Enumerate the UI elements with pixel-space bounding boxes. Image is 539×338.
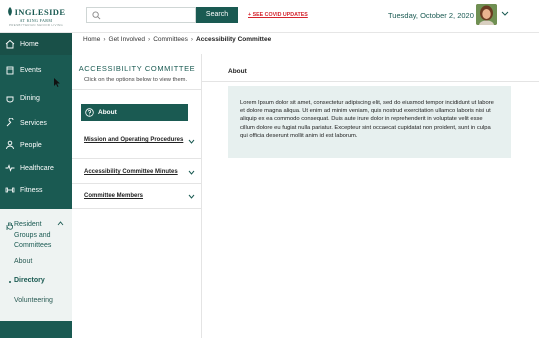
about-card: Lorem Ipsum dolor sit amet, consectetur … [228,86,511,158]
committee-about-button[interactable]: About [81,104,188,121]
breadcrumb-committees[interactable]: Committees [153,36,188,43]
user-photo [476,4,497,25]
mouse-cursor-icon [54,78,60,87]
section-mission-link[interactable]: Mission and Operating Procedures [84,136,199,144]
logo-mark: INGLESIDE [7,7,66,17]
section-heading: About [228,68,247,75]
sidebar-item-label: Services [20,119,47,127]
committee-title: ACCESSIBILITY COMMITTEE [78,64,196,73]
sidebar-item-events[interactable]: Events [0,59,72,81]
ingleside-logo[interactable]: INGLESIDE AT KING FARM PRESBYTERIAN SENI… [0,0,72,33]
breadcrumb-get-involved[interactable]: Get Involved [109,36,146,43]
sidebar-item-label: Dining [20,94,40,102]
divider [202,81,539,82]
section-members-link[interactable]: Committee Members [84,192,199,200]
leaf-icon [7,7,12,16]
chevron-down-icon[interactable] [188,139,195,144]
sidebar-item-services[interactable]: Services [0,112,72,134]
dumbbell-icon [5,187,15,193]
sidebar-footer [0,321,72,338]
chevron-down-icon[interactable] [188,194,195,199]
sidebar-item-dining[interactable]: Dining [0,87,72,109]
breadcrumb-separator: › [190,36,194,43]
logo-tagline: PRESBYTERIAN SENIOR LIVING [9,22,63,27]
question-icon [85,108,94,117]
home-icon [5,39,15,49]
search-icon [92,11,101,20]
divider [72,183,202,184]
sidebar-item-home[interactable]: Home [0,33,72,55]
logo-name: INGLESIDE [14,6,66,17]
sidebar-subitem-directory-row[interactable]: Directory [0,277,72,287]
sidebar-nav: Home Events Dining Services People Healt… [0,33,72,209]
divider [72,158,202,159]
main-content: About Lorem Ipsum dolor sit amet, consec… [202,54,539,338]
chevron-down-icon[interactable] [188,170,195,175]
wrench-icon [6,118,14,127]
resident-groups-label[interactable]: Resident Groups and Committees [14,220,56,252]
sidebar: Home Events Dining Services People Healt… [0,33,72,338]
heartbeat-icon [5,164,15,172]
avatar[interactable] [476,4,497,25]
sidebar-item-label: People [20,141,42,149]
sidebar-subitem-about[interactable]: About [14,258,32,265]
committee-about-label: About [98,109,117,116]
committee-nav: ACCESSIBILITY COMMITTEE Click on the opt… [72,54,202,338]
breadcrumb-home[interactable]: Home [83,36,100,43]
dining-icon [6,96,14,103]
sidebar-item-label: Events [20,66,42,74]
calendar-icon [6,66,14,75]
person-icon [6,140,14,150]
active-dot [9,281,11,283]
search-button[interactable]: Search [196,7,238,23]
sidebar-item-label: Healthcare [20,164,54,172]
breadcrumb-current: Accessibility Committee [196,36,272,43]
committee-description: Click on the options below to view them. [84,77,188,83]
divider [72,208,202,209]
about-body-text: Lorem Ipsum dolor sit amet, consectetur … [240,100,494,139]
current-date: Tuesday, October 2, 2020 [388,11,474,20]
divider [72,89,202,90]
covid-updates-link[interactable]: + SEE COVID UPDATES [248,12,308,18]
chevron-down-icon[interactable] [501,11,509,17]
breadcrumb: Home › Get Involved › Committees › Acces… [83,36,271,43]
chevron-up-icon[interactable] [57,221,64,226]
breadcrumb-separator: › [148,36,151,43]
sidebar-subitem-volunteering[interactable]: Volunteering [14,297,53,304]
resident-groups-panel: Resident Groups and Committees About Dir… [0,209,72,338]
breadcrumb-separator: › [103,36,106,43]
sidebar-item-label: Fitness [20,186,43,194]
sidebar-item-people[interactable]: People [0,134,72,156]
sidebar-item-healthcare[interactable]: Healthcare [0,157,72,179]
hand-icon [6,222,13,230]
sidebar-item-label: Home [20,40,39,48]
top-header: INGLESIDE AT KING FARM PRESBYTERIAN SENI… [0,0,539,33]
section-minutes-link[interactable]: Accessibility Committee Minutes [84,168,199,176]
search-input[interactable] [86,7,196,23]
sidebar-subitem-directory[interactable]: Directory [14,277,45,284]
sidebar-item-fitness[interactable]: Fitness [0,179,72,201]
